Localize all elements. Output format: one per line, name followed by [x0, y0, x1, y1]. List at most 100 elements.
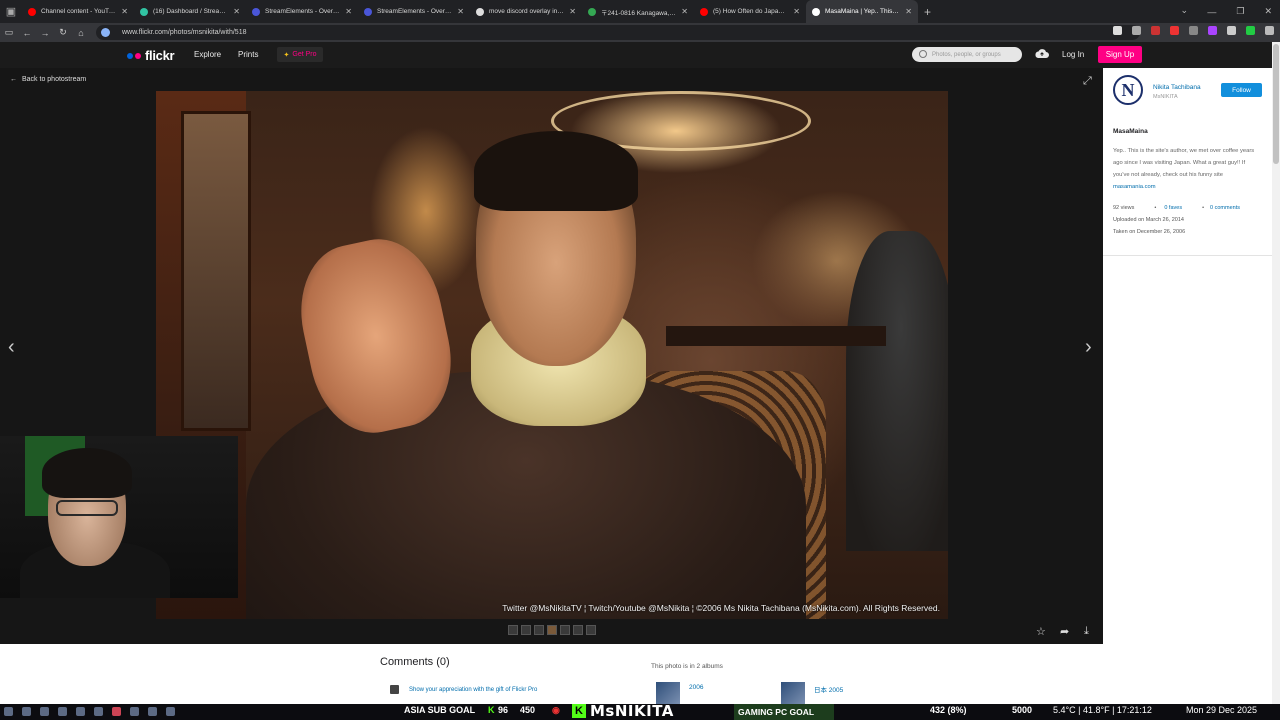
taskbar-app-icon[interactable]	[22, 707, 31, 716]
strip-thumbnail[interactable]	[508, 625, 518, 635]
extension-icon[interactable]	[1208, 26, 1217, 35]
extension-icon[interactable]	[1132, 26, 1141, 35]
strip-thumbnail[interactable]	[534, 625, 544, 635]
strip-thumbnail[interactable]	[521, 625, 531, 635]
photo-title: MasaMaina	[1113, 128, 1148, 135]
restore-icon[interactable]: ❐	[1236, 6, 1244, 17]
album-name: 日本 2005	[814, 687, 844, 694]
extension-icon[interactable]	[1246, 26, 1255, 35]
description-link[interactable]: masamania.com	[1113, 184, 1156, 190]
close-window-icon[interactable]: ✕	[1264, 6, 1272, 17]
strip-thumbnail[interactable]	[547, 625, 557, 635]
forward-icon[interactable]: →	[36, 23, 54, 42]
sub-goal-target: 450	[520, 705, 536, 715]
logo-pink-dot	[135, 52, 141, 59]
tab-favicon-icon	[364, 7, 372, 16]
browser-tab[interactable]: MasaMaina | Yep.. This is the si ✕	[806, 0, 918, 23]
tab-actions-icon[interactable]: ▣	[0, 0, 22, 23]
menu-icon[interactable]	[1265, 26, 1274, 35]
nav-prints[interactable]: Prints	[238, 50, 258, 59]
search-input[interactable]: Photos, people, or groups	[912, 47, 1022, 62]
owner-avatar[interactable]: N	[1113, 75, 1143, 105]
nav-explore[interactable]: Explore	[194, 50, 221, 59]
tab-list: Channel content - YouTube Stu✕(16) Dashb…	[22, 0, 918, 23]
taskbar-app-icon[interactable]	[76, 707, 85, 716]
browser-tab[interactable]: (5) How Often do Japanese Pe ✕	[694, 0, 806, 23]
fullscreen-icon[interactable]: ⤢	[1083, 75, 1092, 88]
page-scrollbar[interactable]	[1272, 42, 1280, 704]
gaming-goal-label: GAMING PC GOAL	[738, 707, 815, 717]
follow-button[interactable]: Follow	[1221, 83, 1262, 97]
tab-close-icon[interactable]: ✕	[457, 7, 464, 16]
browser-tab[interactable]: Channel content - YouTube Stu ✕	[22, 0, 134, 23]
strip-thumbnail[interactable]	[573, 625, 583, 635]
share-icon[interactable]: ➦	[1060, 625, 1069, 638]
extension-icon[interactable]	[1189, 26, 1198, 35]
upload-cloud-icon[interactable]	[1034, 48, 1050, 59]
channel-brand: K MsNIKITA	[572, 701, 674, 720]
browser-tab[interactable]: 〒241-0816 Kanagawa, Yokoha ✕	[582, 0, 694, 23]
browser-tab[interactable]: move discord overlay in games ✕	[470, 0, 582, 23]
get-pro-button[interactable]: ✦ Get Pro	[277, 47, 323, 62]
scrollbar-thumb[interactable]	[1273, 44, 1279, 164]
extension-icon[interactable]	[1113, 26, 1122, 35]
tab-close-icon[interactable]: ✕	[233, 7, 240, 16]
tab-search-icon[interactable]: ⌄	[1180, 5, 1188, 16]
minimize-icon[interactable]: —	[1207, 7, 1216, 17]
tab-close-icon[interactable]: ✕	[905, 7, 912, 16]
owner-name-link[interactable]: Nikita Tachibana	[1153, 84, 1201, 91]
tab-close-icon[interactable]: ✕	[569, 7, 576, 16]
tab-title: (5) How Often do Japanese Pe	[713, 8, 788, 15]
browser-tab[interactable]: StreamElements - Overlays ✕	[246, 0, 358, 23]
browser-tab[interactable]: StreamElements - Overlays ✕	[358, 0, 470, 23]
flickr-logo[interactable]: flickr	[127, 48, 175, 63]
url-text: www.flickr.com/photos/msnikita/with/518	[122, 29, 247, 36]
gift-pro-link[interactable]: Show your appreciation with the gift of …	[390, 685, 537, 694]
taskbar-app-icon[interactable]	[166, 707, 175, 716]
fave-star-icon[interactable]: ☆	[1036, 625, 1046, 638]
kick-logo-icon: K	[572, 703, 586, 718]
taskbar-app-icon[interactable]	[130, 707, 139, 716]
sidebar-icon[interactable]: ▭	[0, 23, 18, 42]
taskbar-app-icon[interactable]	[58, 707, 67, 716]
faves-link[interactable]: 0 faves	[1164, 205, 1182, 211]
home-icon[interactable]: ⌂	[72, 23, 90, 42]
tab-close-icon[interactable]: ✕	[345, 7, 352, 16]
strip-thumbnail[interactable]	[586, 625, 596, 635]
tab-close-icon[interactable]: ✕	[121, 7, 128, 16]
download-icon[interactable]: ⤓	[1084, 625, 1089, 638]
browser-tab[interactable]: (16) Dashboard / Streamlabs ✕	[134, 0, 246, 23]
back-to-photostream-link[interactable]: ← Back to photostream	[10, 76, 86, 83]
extension-icon[interactable]	[1151, 26, 1160, 35]
next-photo-icon[interactable]: ›	[1085, 336, 1092, 359]
extension-icon[interactable]	[1170, 26, 1179, 35]
new-tab-button[interactable]: +	[918, 5, 937, 19]
main-photo[interactable]: Twitter @MsNikitaTV ¦ Twitch/Youtube @Ms…	[156, 91, 948, 619]
reload-icon[interactable]: ↻	[54, 23, 72, 42]
signup-button[interactable]: Sign Up	[1098, 46, 1142, 63]
login-link[interactable]: Log In	[1062, 50, 1084, 59]
tab-title: StreamElements - Overlays	[377, 8, 453, 15]
webcam-hair	[42, 448, 132, 498]
window-controls: — ❐ ✕	[1207, 0, 1272, 23]
start-icon[interactable]	[4, 707, 13, 716]
site-info-icon[interactable]	[101, 28, 110, 37]
taskbar-app-icon[interactable]	[40, 707, 49, 716]
taskbar-app-icon[interactable]	[148, 707, 157, 716]
album-cover	[781, 682, 805, 704]
address-bar[interactable]: www.flickr.com/photos/msnikita/with/518	[96, 25, 1140, 40]
taskbar-app-icon[interactable]	[94, 707, 103, 716]
gift-pro-label: Show your appreciation with the gift of …	[409, 686, 538, 693]
strip-thumbnail[interactable]	[560, 625, 570, 635]
back-icon[interactable]: ←	[18, 23, 36, 42]
kick-icon: K	[488, 705, 495, 715]
comments-link[interactable]: 0 comments	[1210, 205, 1240, 211]
taskbar-app-icon[interactable]	[112, 707, 121, 716]
owner-handle: MsNIKITA	[1153, 94, 1178, 100]
previous-photo-icon[interactable]: ‹	[8, 336, 15, 359]
tab-close-icon[interactable]: ✕	[793, 7, 800, 16]
album-item[interactable]: 日本 2005	[781, 682, 843, 704]
date-display: Mon 29 Dec 2025	[1186, 705, 1258, 715]
extension-icon[interactable]	[1227, 26, 1236, 35]
tab-close-icon[interactable]: ✕	[681, 7, 688, 16]
